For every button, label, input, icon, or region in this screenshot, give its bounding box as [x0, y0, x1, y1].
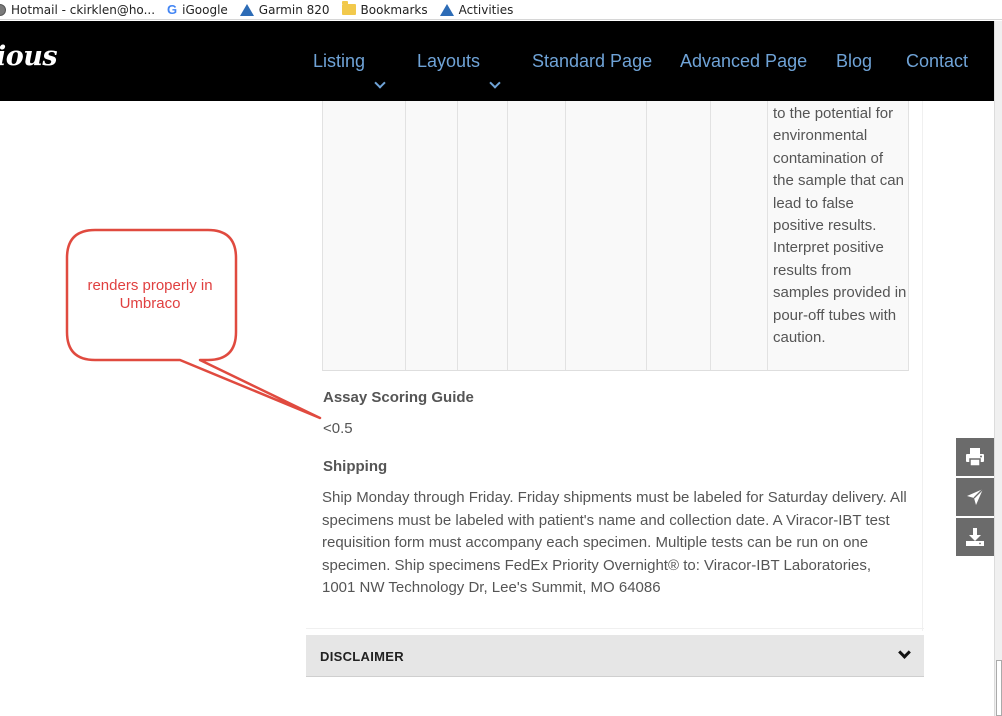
callout-bubble: [65, 228, 322, 420]
callout-text: renders properly in Umbraco: [87, 277, 213, 312]
